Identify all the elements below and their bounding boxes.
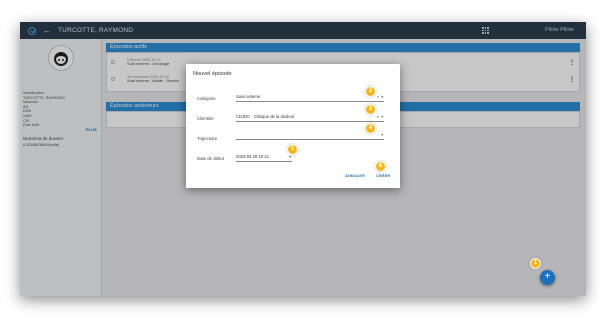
chevron-down-icon: ✕ ▼ [376,95,384,99]
clientele-select[interactable]: CDJDC - Clinique de la douleur ✕ ▼ [236,113,384,122]
chevron-down-icon: ▼ [380,133,384,137]
step-badge: 6 [375,161,386,172]
categorie-select[interactable]: Suivi externe ✕ ▼ [236,93,384,102]
clientele-label: Clientèle [197,116,214,121]
chevron-down-icon: ✕ ▼ [376,115,384,119]
app-window: ← TURCOTTE, RAYMOND Pilote Pilote Identi… [20,22,586,296]
create-button[interactable]: CRÉER [376,174,390,178]
step-badge: 5 [287,144,298,155]
trajectoire-select[interactable]: ▼ [236,131,384,140]
date-debut-label: Date de début [197,156,224,161]
date-debut-value: 2023-03-28 10:21 [236,154,270,159]
step-badge: 3 [365,104,376,115]
clientele-value: CDJDC - Clinique de la douleur [236,114,295,119]
dialog-title: Nouvel épisode [193,71,232,77]
add-episode-button[interactable]: + [540,270,555,285]
categorie-value: Suivi externe [236,94,261,99]
categorie-label: Catégorie [197,96,216,101]
step-badge: 1 [530,258,541,269]
step-badge: 4 [365,123,376,134]
step-badge: 2 [365,86,376,97]
cancel-button[interactable]: ANNULER [345,174,365,178]
trajectoire-label: Trajectoire [197,136,218,141]
date-debut-input[interactable]: 2023-03-28 10:21 ▼ [236,153,292,162]
